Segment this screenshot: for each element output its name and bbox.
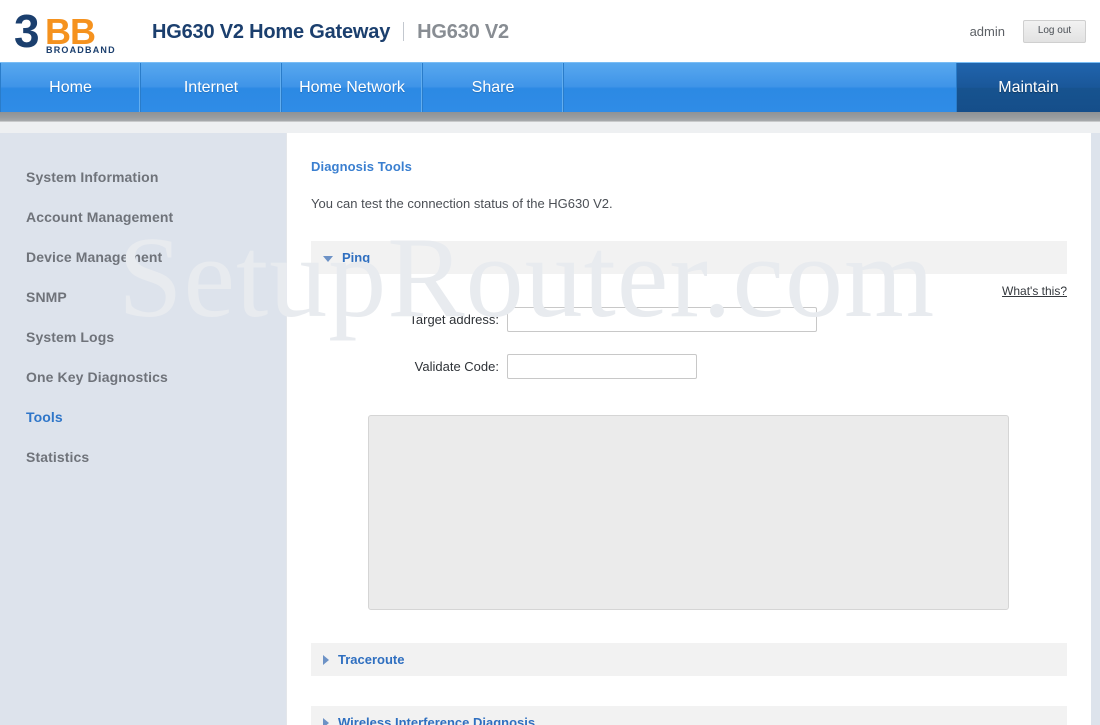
page-description: You can test the connection status of th…: [311, 196, 613, 211]
nav-tab-home[interactable]: Home: [0, 63, 141, 112]
nav-underline-bar: [0, 112, 1100, 122]
ping-output-textarea[interactable]: [368, 415, 1009, 610]
sidebar-item-account-management[interactable]: Account Management: [0, 197, 286, 237]
model-name: HG630 V2: [417, 20, 509, 43]
traceroute-section-label: Traceroute: [338, 652, 405, 667]
brand-title-group: HG630 V2 Home Gateway HG630 V2: [152, 19, 509, 44]
traceroute-section-header[interactable]: Traceroute: [311, 643, 1067, 676]
whats-this-row: What's this?: [311, 280, 1067, 298]
whats-this-link[interactable]: What's this?: [1002, 284, 1067, 298]
ping-section-label: Ping: [342, 250, 371, 265]
page-body: System Information Account Management De…: [0, 133, 1100, 725]
sidebar-item-system-logs[interactable]: System Logs: [0, 317, 286, 357]
logout-button[interactable]: Log out: [1023, 19, 1086, 43]
app-window: 3 BB BROADBAND HG630 V2 Home Gateway HG6…: [0, 0, 1100, 725]
page-title: Diagnosis Tools: [311, 159, 412, 174]
target-address-label: Target address:: [409, 312, 499, 327]
current-user-label: admin: [969, 23, 1005, 39]
panel-gap-2: [311, 676, 1067, 706]
header-actions: admin Log out: [969, 19, 1100, 43]
content-panel: Diagnosis Tools You can test the connect…: [286, 133, 1100, 725]
wireless-section-header[interactable]: Wireless Interference Diagnosis: [311, 706, 1067, 725]
validate-code-input[interactable]: [507, 354, 697, 379]
nav-tab-home-network[interactable]: Home Network: [282, 63, 423, 112]
validate-code-row: Validate Code:: [359, 354, 697, 379]
ping-panel: Ping What's this? Target address: Valida…: [311, 241, 1067, 615]
sidebar-item-device-management[interactable]: Device Management: [0, 237, 286, 277]
nav-filler: [564, 63, 957, 112]
traceroute-panel: Traceroute: [311, 643, 1067, 676]
chevron-down-icon: [323, 255, 333, 262]
nav-tab-share[interactable]: Share: [423, 63, 564, 112]
nav-tab-maintain[interactable]: Maintain: [957, 63, 1100, 112]
product-title: HG630 V2 Home Gateway: [152, 20, 391, 43]
chevron-right-icon: [323, 654, 329, 665]
validate-code-label: Validate Code:: [414, 359, 499, 374]
svg-text:BROADBAND: BROADBAND: [46, 45, 116, 55]
sidebar-item-system-information[interactable]: System Information: [0, 157, 286, 197]
nav-content-gap: [0, 122, 1100, 133]
app-header: 3 BB BROADBAND HG630 V2 Home Gateway HG6…: [0, 0, 1100, 62]
target-address-input[interactable]: [507, 307, 817, 332]
wireless-interference-panel: Wireless Interference Diagnosis: [311, 706, 1067, 725]
brand-logo-3bb: 3 BB BROADBAND: [14, 9, 138, 55]
sidebar-item-one-key-diagnostics[interactable]: One Key Diagnostics: [0, 357, 286, 397]
nav-tab-internet[interactable]: Internet: [141, 63, 282, 112]
ping-section-header[interactable]: Ping: [311, 241, 1067, 274]
sidebar-menu: System Information Account Management De…: [0, 133, 286, 725]
title-divider: [403, 21, 405, 41]
svg-text:3: 3: [14, 9, 40, 55]
ping-form: Target address: Validate Code: Detect: [311, 307, 1067, 393]
target-address-row: Target address:: [359, 307, 817, 332]
wireless-section-label: Wireless Interference Diagnosis: [338, 715, 536, 725]
sidebar-item-tools[interactable]: Tools: [0, 397, 286, 437]
ping-panel-body: What's this? Target address: Validate Co…: [311, 274, 1067, 615]
sidebar-item-snmp[interactable]: SNMP: [0, 277, 286, 317]
sidebar-item-statistics[interactable]: Statistics: [0, 437, 286, 477]
panel-gap-1: [311, 615, 1067, 643]
main-navigation: Home Internet Home Network Share Maintai…: [0, 62, 1100, 112]
chevron-right-icon: [323, 717, 329, 725]
